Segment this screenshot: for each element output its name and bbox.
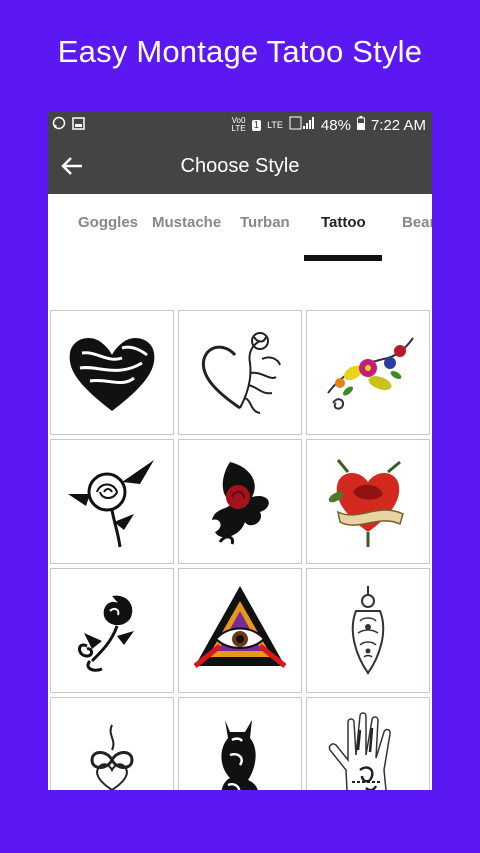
tattoo-item[interactable]	[50, 568, 174, 693]
colorful-floral-icon	[327, 336, 414, 410]
phone-screen: Vo0 LTE 1 LTE 48% 7:22 AM Choose Style G…	[48, 112, 432, 790]
promo-title: Easy Montage Tatoo Style	[57, 34, 423, 69]
tattoo-item[interactable]	[178, 310, 302, 435]
heart-rose-vine-icon	[201, 331, 281, 414]
page-title: Choose Style	[180, 154, 300, 177]
status-bar: Vo0 LTE 1 LTE 48% 7:22 AM	[48, 112, 432, 138]
tattoo-item[interactable]	[50, 697, 174, 790]
tattoo-grid	[50, 310, 432, 790]
tattoo-item[interactable]	[178, 697, 302, 790]
sim-badge: 1	[251, 119, 262, 131]
rose-swirl-icon	[78, 595, 134, 672]
mandala-pendant-icon	[351, 585, 385, 675]
all-seeing-eye-triangle-icon	[193, 585, 287, 668]
lte-label: LTE	[267, 120, 283, 130]
black-rose-stem-icon	[68, 459, 154, 547]
tattoo-item[interactable]	[306, 568, 430, 693]
hand-henna-icon	[328, 711, 391, 790]
battery-percent: 48%	[320, 116, 351, 134]
tattoo-item[interactable]	[50, 310, 174, 435]
tattoo-item[interactable]	[178, 439, 302, 564]
tattoo-item[interactable]	[178, 568, 302, 693]
app-bar: Choose Style	[48, 138, 432, 194]
infinity-heart-icon	[90, 724, 134, 790]
tab-beard[interactable]: Bear	[402, 214, 432, 231]
tattoo-item[interactable]	[50, 439, 174, 564]
tattoo-item[interactable]	[306, 697, 430, 790]
network-label: Vo0 LTE	[231, 116, 246, 133]
tribal-red-rose-icon	[212, 461, 269, 545]
tab-mustache[interactable]: Mustache	[152, 214, 221, 231]
active-tab-indicator	[304, 255, 382, 261]
tab-goggles[interactable]: Goggles	[78, 214, 138, 231]
whatsapp-icon	[52, 116, 66, 134]
tribal-heart-icon	[69, 337, 155, 411]
clock: 7:22 AM	[370, 116, 426, 134]
battery-icon	[356, 116, 365, 134]
tattoo-item[interactable]	[306, 310, 430, 435]
tab-tattoo[interactable]: Tattoo	[321, 214, 366, 231]
gallery-icon	[72, 116, 85, 134]
style-tabs: Goggles Mustache Turban Tattoo Bear	[48, 194, 432, 272]
back-arrow-icon[interactable]	[48, 138, 96, 194]
tattoo-item[interactable]	[306, 439, 430, 564]
tribal-cat-icon	[221, 719, 258, 790]
rose-heart-banner-icon	[328, 458, 404, 547]
tab-turban[interactable]: Turban	[240, 214, 290, 231]
signal-icon	[289, 116, 315, 134]
